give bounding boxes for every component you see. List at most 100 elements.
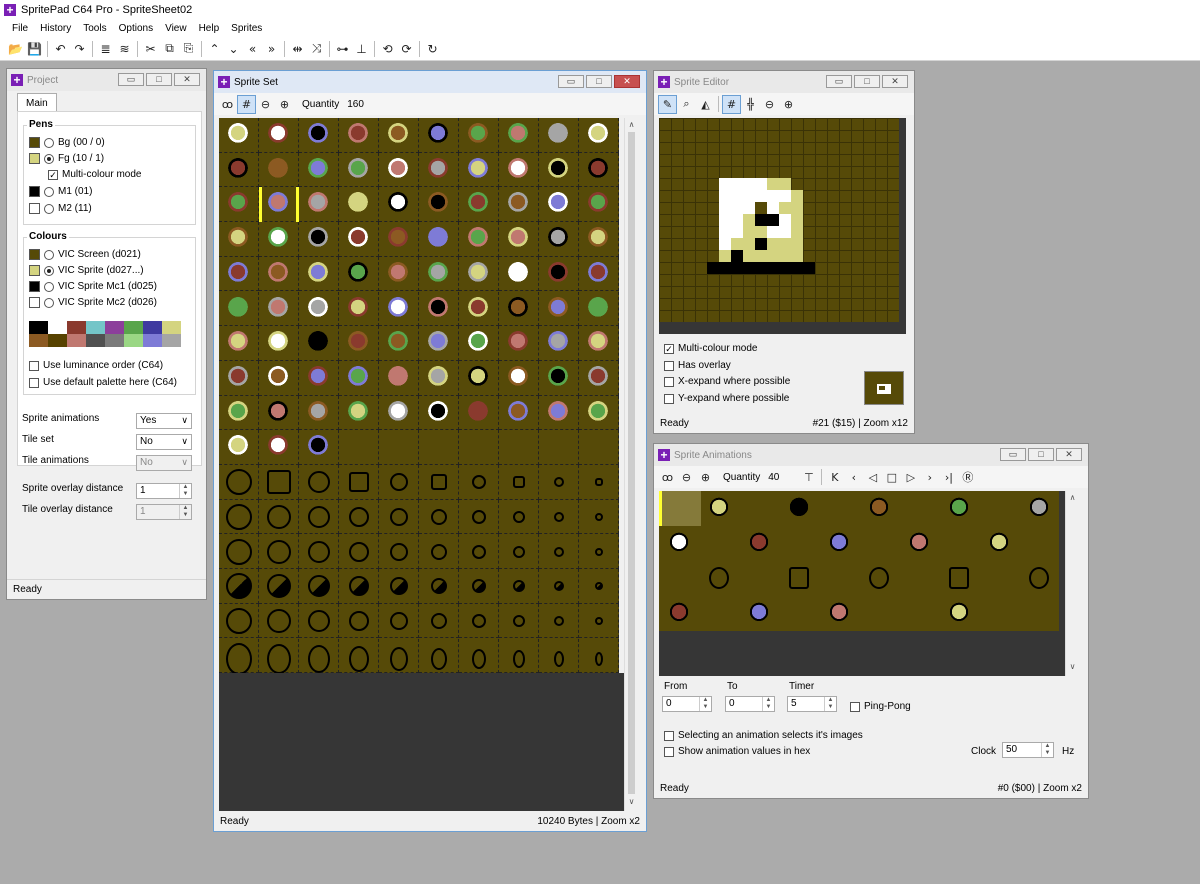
sprite-cell[interactable] (579, 256, 619, 292)
palette-swatch[interactable] (86, 321, 105, 334)
sprite-cell[interactable] (259, 360, 299, 396)
eyedropper-icon[interactable]: ⌕ (677, 95, 696, 114)
sprite-cell[interactable] (539, 395, 579, 431)
sprite-cell[interactable] (539, 360, 579, 396)
vic-screen-radio[interactable] (44, 249, 54, 260)
spinner-arrows-icon[interactable]: ▲ ▼ (1041, 743, 1053, 757)
sprite-cell[interactable] (339, 395, 379, 431)
align-icon[interactable]: ≣ (96, 39, 115, 58)
maximize-button[interactable]: □ (854, 75, 880, 88)
sprite-cell[interactable] (339, 499, 379, 535)
sprite-cell[interactable] (299, 256, 339, 292)
sprite-cell[interactable] (539, 291, 579, 327)
zoom-out-icon[interactable]: ⊖ (760, 95, 779, 114)
grid-icon[interactable]: # (722, 94, 741, 114)
sprite-cell[interactable] (419, 256, 459, 292)
sprite-cell[interactable] (459, 222, 499, 257)
vic-sprite-mc1-radio[interactable] (44, 281, 54, 292)
sprite-cell[interactable] (499, 291, 539, 327)
palette-swatch[interactable] (162, 334, 181, 347)
close-button[interactable]: ✕ (174, 73, 200, 86)
palette-swatch[interactable] (105, 321, 124, 334)
sprite-cell[interactable] (539, 256, 579, 292)
cut-icon[interactable]: ✂ (141, 39, 160, 58)
sprite-cell[interactable] (579, 430, 619, 465)
palette-swatch[interactable] (143, 334, 162, 347)
sprite-cell[interactable] (299, 222, 339, 257)
sprite-cell[interactable] (299, 465, 339, 500)
sprite-cell[interactable] (579, 118, 619, 153)
sprite-cell[interactable] (299, 326, 339, 361)
sprite-cell[interactable] (419, 465, 459, 500)
tab-main[interactable]: Main (17, 93, 57, 113)
sprite-cell[interactable] (379, 326, 419, 361)
maximize-button[interactable]: □ (586, 75, 612, 88)
sprite-cell[interactable] (339, 326, 379, 361)
spinner-arrows-icon[interactable]: ▲ ▼ (179, 484, 191, 498)
sprite-cell[interactable] (299, 187, 339, 223)
x-expand-checkbox[interactable] (664, 376, 674, 387)
to-input[interactable]: 0 ▲ ▼ (725, 696, 775, 712)
mirror-h-icon[interactable]: ⊶ (333, 39, 352, 58)
zoom-in-icon[interactable]: ⊕ (779, 95, 798, 114)
vic-sprite-mc2-radio[interactable] (44, 297, 54, 308)
sprite-cell[interactable] (459, 326, 499, 361)
sprite-animations-select[interactable]: Yes ∨ (136, 413, 192, 429)
pen-fg-radio[interactable] (44, 153, 54, 164)
timer-input[interactable]: 5 ▲ ▼ (787, 696, 837, 712)
close-button[interactable]: ✕ (614, 75, 640, 88)
last-frame-icon[interactable]: ›| (939, 468, 958, 487)
pen-bg-radio[interactable] (44, 137, 54, 148)
sprite-cell[interactable] (419, 152, 459, 188)
previous-icon[interactable]: ‹ (844, 468, 863, 487)
sprite-cell[interactable] (419, 430, 459, 465)
open-icon[interactable]: 📂 (6, 39, 25, 58)
luminance-order-checkbox[interactable] (29, 360, 39, 371)
tile-animations-select[interactable]: No ∨ (136, 455, 192, 471)
sprite-set-grid[interactable] (219, 118, 619, 675)
sprite-cell[interactable] (579, 603, 619, 639)
sprite-cell[interactable] (339, 465, 379, 500)
close-button[interactable]: ✕ (882, 75, 908, 88)
sprite-cell[interactable] (299, 118, 339, 153)
pen-bg[interactable]: Bg (00 / 0) (29, 137, 105, 148)
sprite-editor-canvas[interactable] (659, 118, 899, 322)
sprite-cell[interactable] (339, 118, 379, 153)
pen-m1[interactable]: M1 (01) (29, 186, 92, 197)
sprite-cell[interactable] (419, 534, 459, 570)
glasses-icon[interactable]: ꝏ (218, 95, 237, 114)
sprite-cell[interactable] (459, 152, 499, 188)
default-palette-option[interactable]: Use default palette here (C64) (29, 377, 177, 388)
zoom-out-icon[interactable]: ⊖ (677, 468, 696, 487)
clock-input[interactable]: 50 ▲ ▼ (1002, 742, 1054, 758)
sprite-cell[interactable] (579, 152, 619, 188)
sprite-cell[interactable] (259, 395, 299, 431)
sprite-cell[interactable] (459, 534, 499, 570)
sprite-cell[interactable] (579, 222, 619, 257)
colour-vic-screen[interactable]: VIC Screen (d021) (29, 249, 141, 260)
sprite-cell[interactable] (259, 430, 299, 465)
pencil-icon[interactable]: ✎ (658, 94, 677, 114)
sprite-cell[interactable] (579, 569, 619, 604)
sprite-cell[interactable] (299, 569, 339, 604)
from-input[interactable]: 0 ▲ ▼ (662, 696, 712, 712)
next-icon[interactable]: › (920, 468, 939, 487)
sprite-cell[interactable] (299, 395, 339, 431)
loop-icon[interactable]: Ⓡ (958, 468, 977, 487)
sprite-cell[interactable] (539, 187, 579, 223)
sprite-cell[interactable] (299, 603, 339, 639)
sprite-cell[interactable] (219, 256, 259, 292)
sprite-cell[interactable] (459, 569, 499, 604)
colour-vic-sprite-mc1[interactable]: VIC Sprite Mc1 (d025) (29, 281, 157, 292)
sprite-cell[interactable] (379, 603, 419, 639)
undo-icon[interactable]: ↶ (51, 39, 70, 58)
sprite-cell[interactable] (419, 569, 459, 604)
selecting-checkbox[interactable] (664, 730, 674, 741)
sprite-cell[interactable] (419, 603, 459, 639)
tile-overlay-input[interactable]: 1 ▲ ▼ (136, 504, 192, 520)
sprite-cell[interactable] (539, 326, 579, 361)
default-palette-checkbox[interactable] (29, 377, 39, 388)
zoom-in-icon[interactable]: ⊕ (275, 95, 294, 114)
sprite-cell[interactable] (259, 326, 299, 361)
sprite-cell[interactable] (579, 360, 619, 396)
